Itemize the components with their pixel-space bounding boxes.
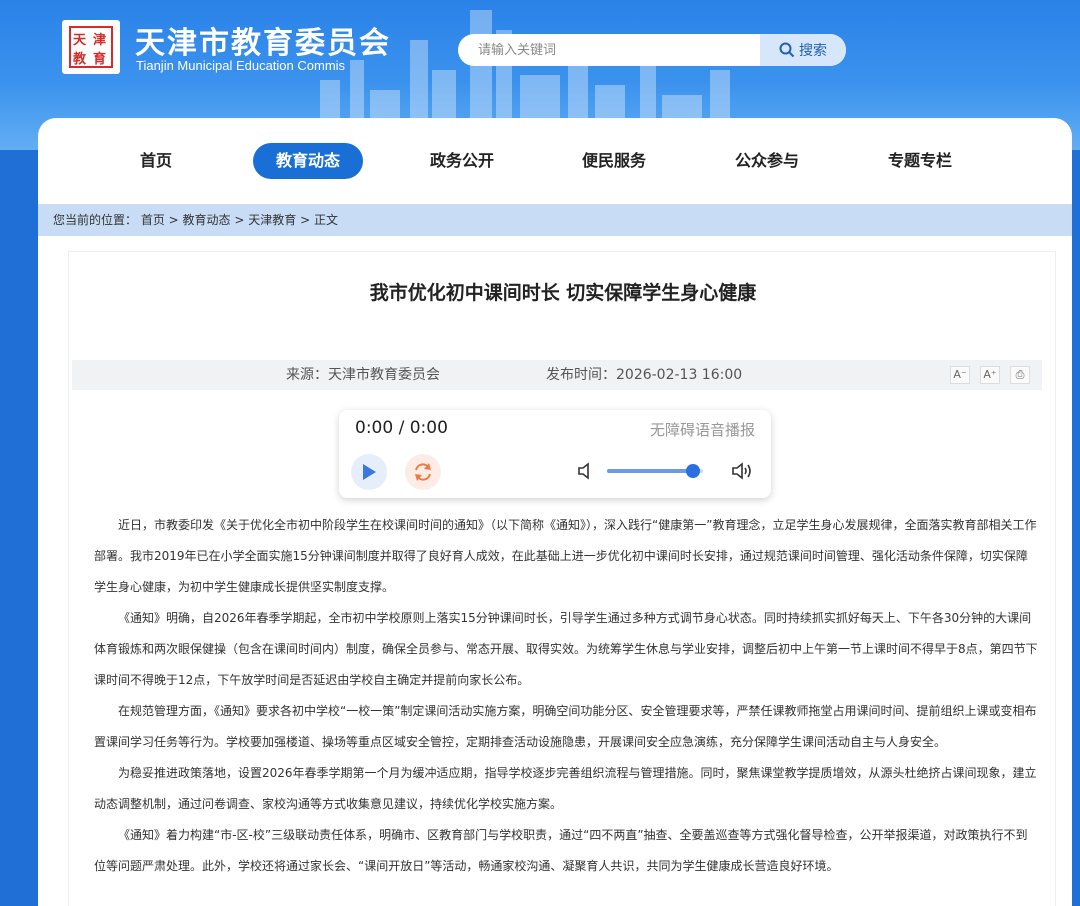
volume-high-icon xyxy=(732,462,751,480)
play-icon xyxy=(363,464,376,480)
nav-item-home[interactable]: 首页 xyxy=(132,143,180,179)
player-time: 0:00 / 0:00 xyxy=(355,418,448,438)
volume-up-button[interactable] xyxy=(731,461,753,485)
logo-seal: 天 津 教 育 xyxy=(69,26,113,68)
article-paragraph: 为稳妥推进政策落地，设置2026年春季学期第一个月为缓冲适应期，指导学校逐步完善… xyxy=(94,766,1037,811)
main-nav: 首页 教育动态 政务公开 便民服务 公众参与 专题专栏 xyxy=(38,118,1072,204)
loop-button[interactable] xyxy=(405,454,441,490)
article-body: 近日，市教委印发《关于优化全市初中阶段学生在校课间时间的通知》（以下简称《通知》… xyxy=(94,510,1039,882)
source-label: 来源： xyxy=(286,367,328,383)
article-tools: A⁻ A⁺ ⎙ xyxy=(950,366,1030,384)
article-source: 来源：天津市教育委员会 xyxy=(286,360,440,390)
article-paragraph: 《通知》着力构建“市-区-校”三级联动责任体系，明确市、区教育部门与学校职责，通… xyxy=(94,828,1028,873)
breadcrumb-separator: > xyxy=(164,213,183,227)
print-button[interactable]: ⎙ xyxy=(1010,366,1030,384)
article-meta: 来源：天津市教育委员会 发布时间：2026-02-13 16:00 A⁻ A⁺ … xyxy=(72,360,1042,390)
player-label: 无障碍语音播报 xyxy=(649,421,755,439)
breadcrumb-home[interactable]: 首页 xyxy=(141,213,165,227)
breadcrumb: 您当前的位置： 首页 > 教育动态 > 天津教育 > 正文 xyxy=(38,204,1072,236)
site-title[interactable]: 天津市教育委员会 xyxy=(135,18,391,62)
article: 我市优化初中课间时长 切实保障学生身心健康 来源：天津市教育委员会 发布时间：2… xyxy=(68,251,1056,906)
content-card: 首页 教育动态 政务公开 便民服务 公众参与 专题专栏 您当前的位置： 首页 >… xyxy=(38,118,1072,906)
nav-item-special-topics[interactable]: 专题专栏 xyxy=(886,143,954,179)
time-label: 发布时间： xyxy=(546,367,616,383)
breadcrumb-education-news[interactable]: 教育动态 xyxy=(183,213,231,227)
audio-player: 0:00 / 0:00 无障碍语音播报 xyxy=(339,410,771,498)
nav-item-public-services[interactable]: 便民服务 xyxy=(580,143,648,179)
search-button-label: 搜索 xyxy=(799,43,827,59)
breadcrumb-prefix: 您当前的位置： xyxy=(53,213,138,227)
article-title: 我市优化初中课间时长 切实保障学生身心健康 xyxy=(369,282,757,304)
breadcrumb-tianjin-education[interactable]: 天津教育 xyxy=(248,213,296,227)
breadcrumb-separator: > xyxy=(296,213,314,227)
search-icon xyxy=(779,42,795,58)
article-paragraph: 在规范管理方面，《通知》要求各初中学校“一校一策”制定课间活动实施方案，明确空间… xyxy=(94,704,1037,749)
font-increase-button[interactable]: A⁺ xyxy=(980,366,1000,384)
article-paragraph: 《通知》明确，自2026年春季学期起，全市初中学校原则上落实15分钟课间时长，引… xyxy=(94,611,1038,687)
volume-low-icon xyxy=(578,462,589,480)
site-subtitle: Tianjin Municipal Education Commis xyxy=(136,58,346,73)
time-value: 2026-02-13 16:00 xyxy=(616,367,743,383)
volume-fill xyxy=(607,469,694,473)
nav-item-government-affairs[interactable]: 政务公开 xyxy=(428,143,496,179)
site-logo[interactable]: 天 津 教 育 xyxy=(62,20,120,74)
nav-item-public-participation[interactable]: 公众参与 xyxy=(733,143,801,179)
play-button[interactable] xyxy=(351,454,387,490)
loop-icon xyxy=(415,463,431,481)
nav-item-education-news[interactable]: 教育动态 xyxy=(253,143,363,179)
breadcrumb-current: 正文 xyxy=(313,213,338,227)
search-button[interactable]: 搜索 xyxy=(760,34,846,66)
search-box: 搜索 xyxy=(458,34,846,66)
source-value: 天津市教育委员会 xyxy=(328,367,440,383)
article-paragraph: 近日，市教委印发《关于优化全市初中阶段学生在校课间时间的通知》（以下简称《通知》… xyxy=(94,518,1037,594)
search-input[interactable] xyxy=(458,34,758,66)
breadcrumb-separator: > xyxy=(230,213,249,227)
volume-down-button[interactable] xyxy=(577,462,595,484)
font-decrease-button[interactable]: A⁻ xyxy=(950,366,970,384)
volume-slider[interactable] xyxy=(607,464,703,478)
article-time: 发布时间：2026-02-13 16:00 xyxy=(546,360,742,390)
volume-knob[interactable] xyxy=(686,464,701,478)
